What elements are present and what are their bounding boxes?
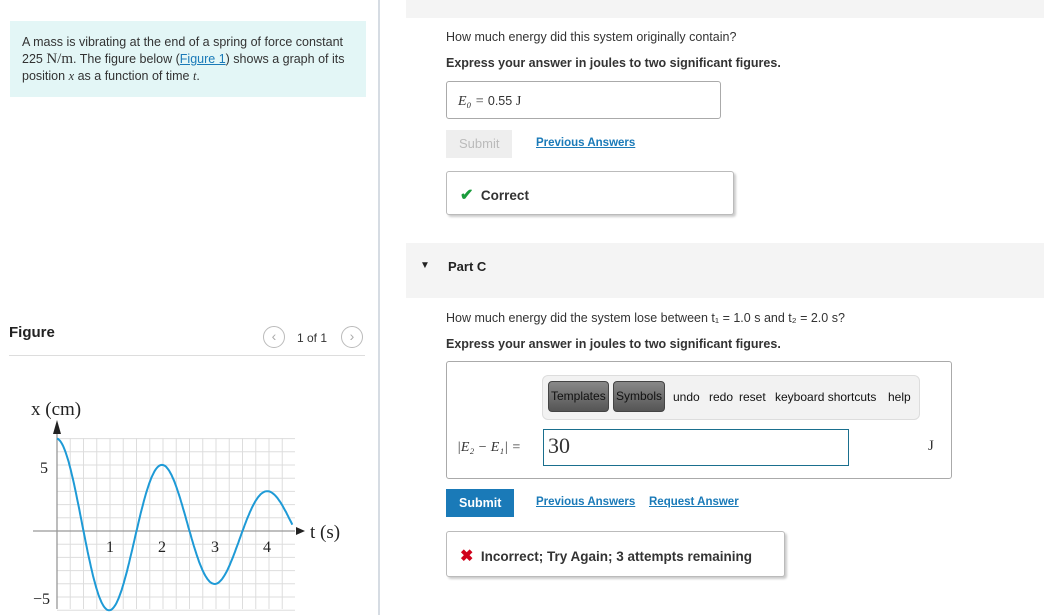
figure-pager: 1 of 1 [297,331,328,345]
answer-label: |E₂ − E₁| = [457,439,521,456]
x-tick-label: 2 [158,539,166,556]
x-tick-label: 3 [211,539,219,556]
part-b-submit-button[interactable]: Submit [446,130,513,158]
grid [56,438,295,611]
part-c-question: How much energy did the system lose betw… [446,311,845,325]
undo-button[interactable]: undo [673,390,700,404]
chevron-right-icon: › [349,328,355,344]
part-c-previous-answers-link[interactable]: Previous Answers [536,496,635,508]
figure-link[interactable]: Figure 1 [180,52,226,66]
prev-figure-button[interactable]: ‹ [263,326,285,348]
help-button[interactable]: help [888,390,911,404]
question-text: and [760,311,789,325]
figure-title: Figure [9,324,55,341]
feedback-text: Incorrect; Try Again; 3 attempts remaini… [480,549,752,564]
question-text: How much energy did the system lose betw… [446,311,712,325]
answer-value: 0.55 [487,94,513,108]
x-axis-label: t (s) [310,522,340,543]
answer-unit: J [515,94,522,109]
problem-text: . [196,69,200,83]
t1: t₁ = 1.0 s [711,311,761,325]
answer-label-text: |E₂ − E₁| = [457,440,521,455]
t-axis-arrow-icon [296,527,305,535]
part-c-header[interactable]: ▼ Part C [406,243,1044,298]
part-b-question: How much energy did this system original… [446,30,737,44]
symbols-button[interactable]: Symbols [613,381,666,412]
chevron-left-icon: ‹ [271,328,277,344]
caret-down-icon: ▼ [420,260,430,271]
next-figure-button[interactable]: › [341,326,363,348]
checkmark-icon: ✔ [460,187,474,204]
position-time-graph: x (cm) t (s) 5 −5 1 2 3 4 [31,399,340,612]
left-panel: A mass is vibrating at the end of a spri… [0,0,380,615]
templates-button[interactable]: Templates [548,381,609,412]
problem-text: as a function of time [74,69,193,83]
problem-text: . The figure below ( [73,52,180,66]
part-b-previous-answers-link[interactable]: Previous Answers [536,137,635,149]
part-b-header [406,0,1044,18]
x-tick-label: 1 [106,539,114,556]
x-axis-arrow-icon [53,420,61,434]
part-c-answer-input[interactable]: 30 [543,429,849,466]
problem-statement: A mass is vibrating at the end of a spri… [10,21,366,97]
answer-unit: J [928,438,934,454]
math-toolbar: Templates Symbols undo redo reset keyboa… [542,375,920,420]
redo-button[interactable]: redo [709,390,733,404]
part-c-instruction: Express your answer in joules to two sig… [446,337,781,351]
reset-button[interactable]: reset [739,390,766,404]
unit: N/m [46,51,74,67]
part-b-answer: E₀ = 0.55 J [446,81,721,119]
question-text: ? [837,311,845,325]
part-c-answer-box: Templates Symbols undo redo reset keyboa… [446,361,952,479]
part-b-instruction: Express your answer in joules to two sig… [446,56,781,70]
y-tick-label: −5 [33,591,50,608]
x-mark-icon: ✖ [460,548,474,565]
x-tick-label: 4 [263,539,271,556]
part-c-submit-button[interactable]: Submit [446,489,515,517]
answer-label: E₀ = [458,94,488,109]
keyboard-shortcuts-button[interactable]: keyboard shortcuts [775,390,876,404]
feedback-text: Correct [480,188,529,203]
part-c-feedback: ✖ Incorrect; Try Again; 3 attempts remai… [446,531,785,577]
part-c-title: Part C [448,259,487,274]
t2: t₂ = 2.0 s [788,311,838,325]
y-tick-label: 5 [40,460,48,477]
part-b-feedback: ✔ Correct [446,171,734,215]
position-curve [56,437,294,612]
divider [9,355,365,356]
y-axis-label: x (cm) [31,399,81,420]
request-answer-link[interactable]: Request Answer [649,496,739,508]
answer-value: 30 [548,433,570,458]
